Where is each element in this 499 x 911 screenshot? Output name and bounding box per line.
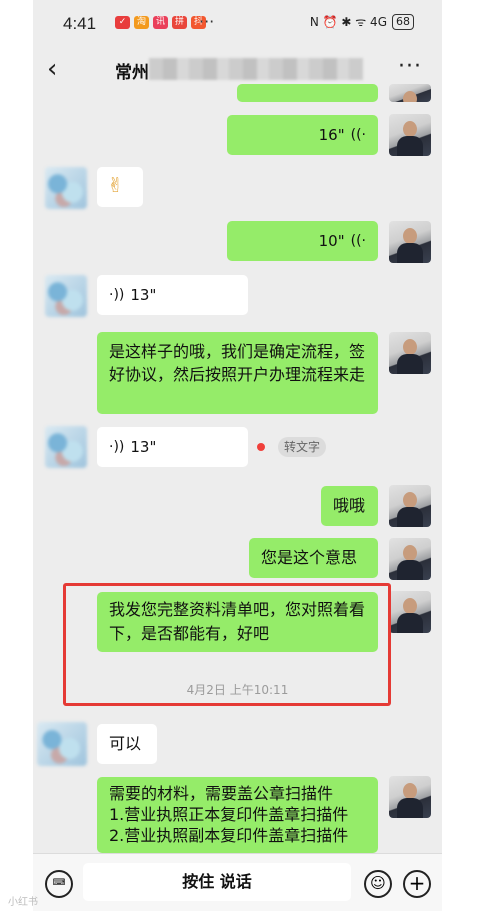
- my-avatar[interactable]: [389, 485, 431, 527]
- voice-wave-icon: ((·: [350, 127, 366, 143]
- text-message[interactable]: 可以: [97, 724, 157, 764]
- redacted-name: [149, 58, 363, 80]
- status-time: 4:41: [63, 14, 97, 33]
- chat-screen: 4:41 ✓ 淘 讯 拼 抖 ··· N ⏰ ✱ ᯤ 4G 68 ‹ 常州 ··…: [33, 0, 442, 911]
- watermark: 小红书: [8, 897, 38, 908]
- app-notification-icon: ✓: [115, 16, 130, 29]
- transcribe-button[interactable]: 转文字: [278, 437, 326, 457]
- message-timestamp: 4月2日 上午10:11: [186, 683, 289, 697]
- voice-duration: 10": [318, 232, 345, 250]
- contact-avatar[interactable]: [37, 722, 87, 766]
- app-notification-icon: 淘: [134, 16, 149, 29]
- contact-avatar[interactable]: [45, 426, 87, 468]
- voice-message[interactable]: ·)) 13": [97, 427, 248, 467]
- text-message[interactable]: 哦哦: [321, 486, 378, 526]
- message-bubble-partial: [237, 84, 378, 102]
- voice-duration: 13": [130, 286, 157, 304]
- hold-to-talk-button[interactable]: 按住 说话: [83, 863, 351, 901]
- my-avatar[interactable]: [389, 114, 431, 156]
- battery-icon: 68: [392, 13, 414, 30]
- my-avatar[interactable]: [389, 776, 431, 818]
- voice-wave-icon: ((·: [350, 233, 366, 249]
- app-notification-icon: 拼: [172, 16, 187, 29]
- contact-avatar[interactable]: [45, 275, 87, 317]
- voice-message[interactable]: 10" ((·: [227, 221, 378, 261]
- back-icon[interactable]: ‹: [47, 54, 57, 84]
- emoji-message[interactable]: ✌: [97, 167, 143, 207]
- unread-dot: [257, 443, 265, 451]
- text-message[interactable]: 是这样子的哦，我们是确定流程，签好协议，然后按照开户办理流程来走: [97, 332, 378, 414]
- my-avatar[interactable]: [389, 538, 431, 580]
- input-bar: ⌨ 按住 说话 ☺ +: [33, 853, 442, 911]
- more-options-icon[interactable]: ···: [398, 54, 422, 79]
- voice-wave-icon: ·)): [109, 439, 125, 455]
- app-notification-icon: 讯: [153, 16, 168, 29]
- system-status: N ⏰ ✱ ᯤ 4G 68: [310, 13, 414, 30]
- my-avatar[interactable]: [389, 332, 431, 374]
- text-message[interactable]: 需要的材料，需要盖公章扫描件 1.营业执照正本复印件盖章扫描件 2.营业执照副本…: [97, 777, 378, 853]
- my-avatar[interactable]: [389, 84, 431, 102]
- my-avatar[interactable]: [389, 591, 431, 633]
- voice-duration: 13": [130, 438, 157, 456]
- keyboard-icon[interactable]: ⌨: [45, 870, 73, 898]
- emoji-icon[interactable]: ☺: [364, 870, 392, 898]
- chat-title: 常州: [115, 63, 149, 83]
- plus-icon[interactable]: +: [403, 870, 431, 898]
- my-avatar[interactable]: [389, 221, 431, 263]
- notification-icons: ✓ 淘 讯 拼 抖: [115, 16, 206, 29]
- voice-wave-icon: ·)): [109, 287, 125, 303]
- more-notifications-icon: ···: [199, 12, 215, 31]
- voice-message[interactable]: ·)) 13": [97, 275, 248, 315]
- system-status-icons: N ⏰ ✱ ᯤ 4G: [309, 15, 387, 29]
- voice-message[interactable]: 16" ((·: [227, 115, 378, 155]
- voice-duration: 16": [318, 126, 345, 144]
- text-message[interactable]: 您是这个意思: [249, 538, 378, 578]
- status-bar: 4:41 ✓ 淘 讯 拼 抖 ··· N ⏰ ✱ ᯤ 4G 68: [33, 0, 442, 44]
- contact-avatar[interactable]: [45, 167, 87, 209]
